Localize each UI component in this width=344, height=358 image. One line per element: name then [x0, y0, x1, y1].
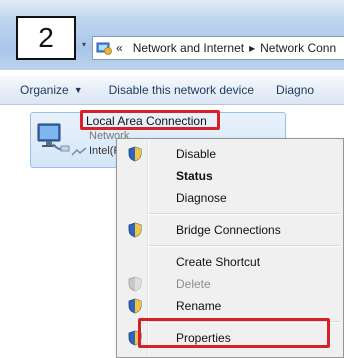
menu-label-delete: Delete [176, 277, 211, 291]
address-bar[interactable]: « Network and Internet ▸ Network Conn [92, 36, 344, 60]
shield-icon [128, 222, 142, 238]
command-bar: Organize ▼ Disable this network device D… [0, 76, 344, 105]
menu-item-status[interactable]: Status [119, 165, 341, 187]
connection-name-highlight [80, 110, 220, 130]
shield-icon [128, 146, 142, 162]
menu-item-delete[interactable]: Delete [119, 273, 341, 295]
disable-device-label: Disable this network device [108, 83, 255, 97]
step-number: 2 [38, 22, 54, 53]
history-dropdown-icon[interactable]: ▾ [82, 40, 90, 49]
menu-item-bridge-connections[interactable]: Bridge Connections [119, 219, 341, 241]
cable-icon [71, 147, 87, 156]
breadcrumb-network-connections[interactable]: Network Conn [260, 41, 336, 55]
menu-item-rename[interactable]: Rename [119, 295, 341, 317]
menu-separator [149, 213, 339, 215]
menu-label-status: Status [176, 169, 213, 183]
control-panel-icon [96, 42, 112, 55]
diagnose-label: Diagno [276, 83, 315, 97]
organize-button[interactable]: Organize ▼ [20, 83, 83, 97]
menu-item-diagnose[interactable]: Diagnose [119, 187, 341, 209]
menu-label-rename: Rename [176, 299, 222, 313]
chevron-down-icon: ▼ [73, 85, 83, 95]
network-adapter-icon [37, 123, 70, 152]
address-overflow[interactable]: « [116, 41, 123, 55]
organize-label: Organize [20, 83, 69, 97]
menu-label-diagnose: Diagnose [176, 191, 227, 205]
menu-label-bridge-connections: Bridge Connections [176, 223, 281, 237]
shield-icon [128, 298, 142, 314]
disable-device-button[interactable]: Disable this network device [109, 83, 254, 97]
chevron-right-icon[interactable]: ▸ [249, 41, 255, 55]
menu-label-create-shortcut: Create Shortcut [176, 255, 261, 269]
shield-icon [128, 276, 142, 292]
diagnose-button[interactable]: Diagno [276, 83, 314, 97]
menu-separator [149, 245, 339, 247]
properties-highlight [138, 318, 330, 348]
menu-label-disable: Disable [176, 147, 217, 161]
step-number-badge: 2 [16, 16, 76, 60]
explorer-window: 2 ▾ « Network and Internet ▸ Network Con… [0, 0, 344, 358]
breadcrumb-network-internet[interactable]: Network and Internet [133, 41, 244, 55]
menu-item-disable[interactable]: Disable [119, 143, 341, 165]
menu-item-create-shortcut[interactable]: Create Shortcut [119, 251, 341, 273]
